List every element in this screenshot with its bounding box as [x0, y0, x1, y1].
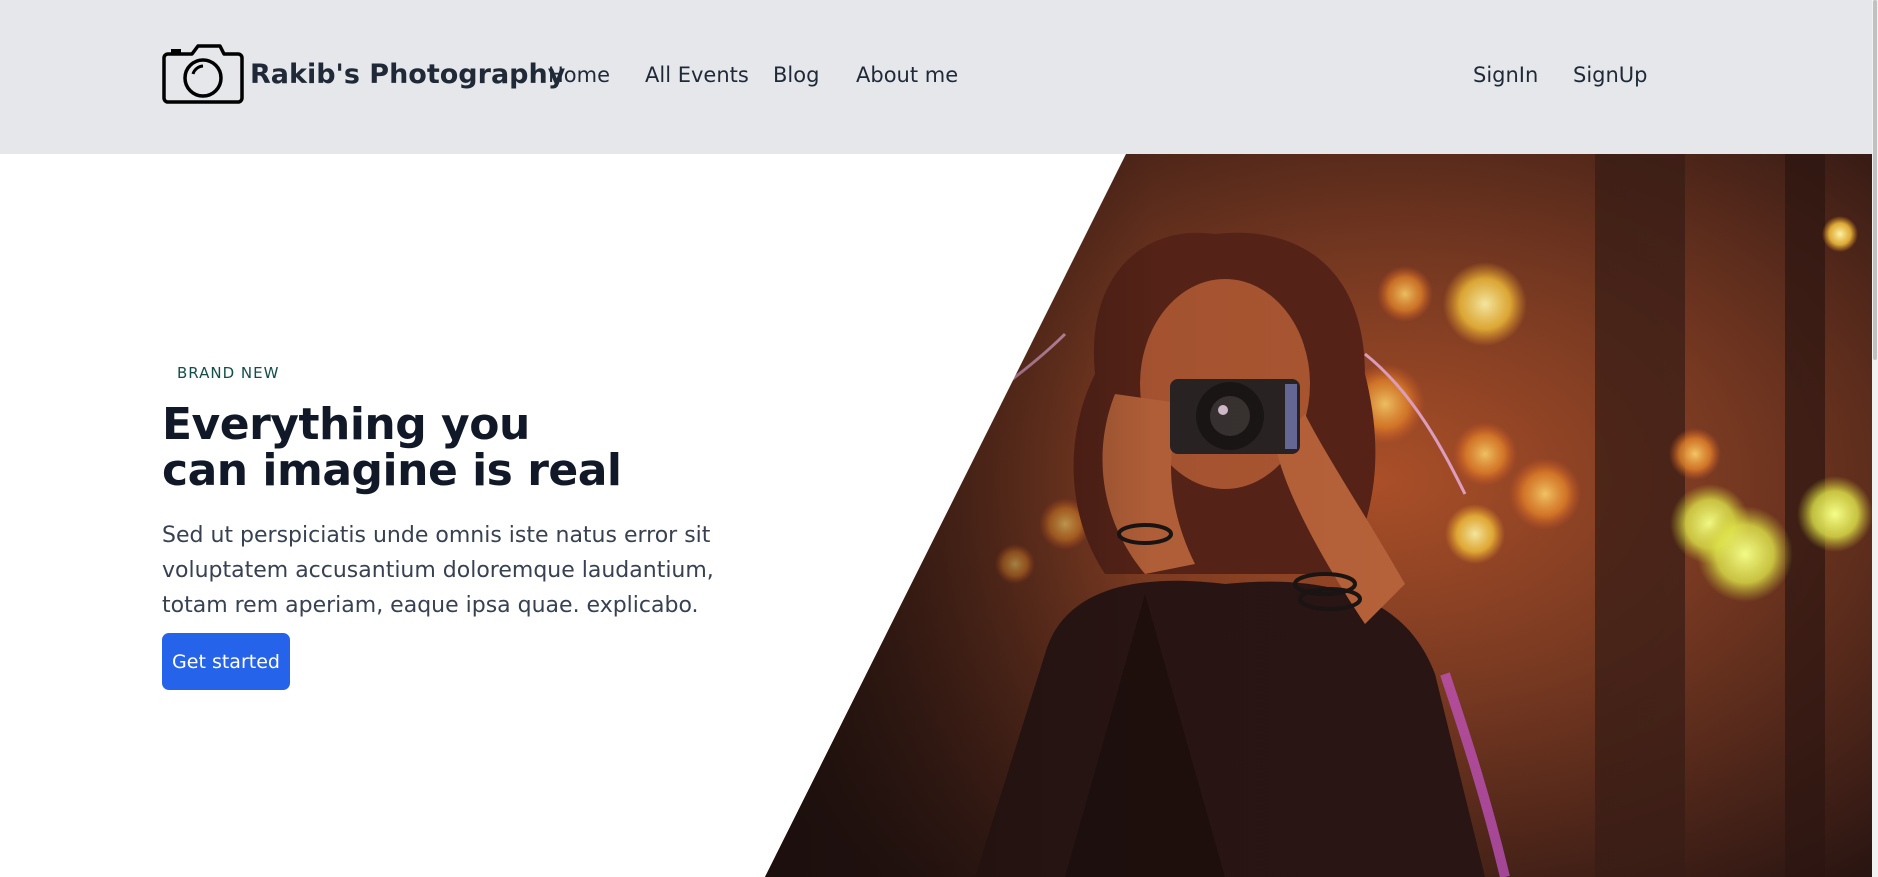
brand-logo[interactable]: Rakib's Photography [162, 42, 565, 106]
scrollbar-thumb[interactable] [1873, 0, 1877, 360]
hero-description: Sed ut perspiciatis unde omnis iste natu… [162, 523, 714, 618]
hero-image [765, 154, 1872, 877]
get-started-button[interactable]: Get started [162, 633, 290, 690]
hero-headline: Everything you can imagine is real [162, 402, 622, 494]
nav-link-about-me[interactable]: About me [856, 60, 958, 90]
headline-line-1: Everything you [162, 399, 530, 450]
camera-icon [162, 42, 244, 106]
nav-link-all-events[interactable]: All Events [645, 60, 749, 90]
signin-link[interactable]: SignIn [1473, 60, 1538, 90]
navbar: Rakib's Photography Home All Events Blog… [0, 0, 1872, 154]
nav-link-home[interactable]: Home [548, 60, 610, 90]
signup-link[interactable]: SignUp [1573, 60, 1648, 90]
nav-link-blog[interactable]: Blog [773, 60, 819, 90]
brand-name: Rakib's Photography [250, 58, 566, 90]
brand-new-badge: BRAND NEW [177, 364, 280, 382]
headline-line-2: can imagine is real [162, 445, 622, 496]
